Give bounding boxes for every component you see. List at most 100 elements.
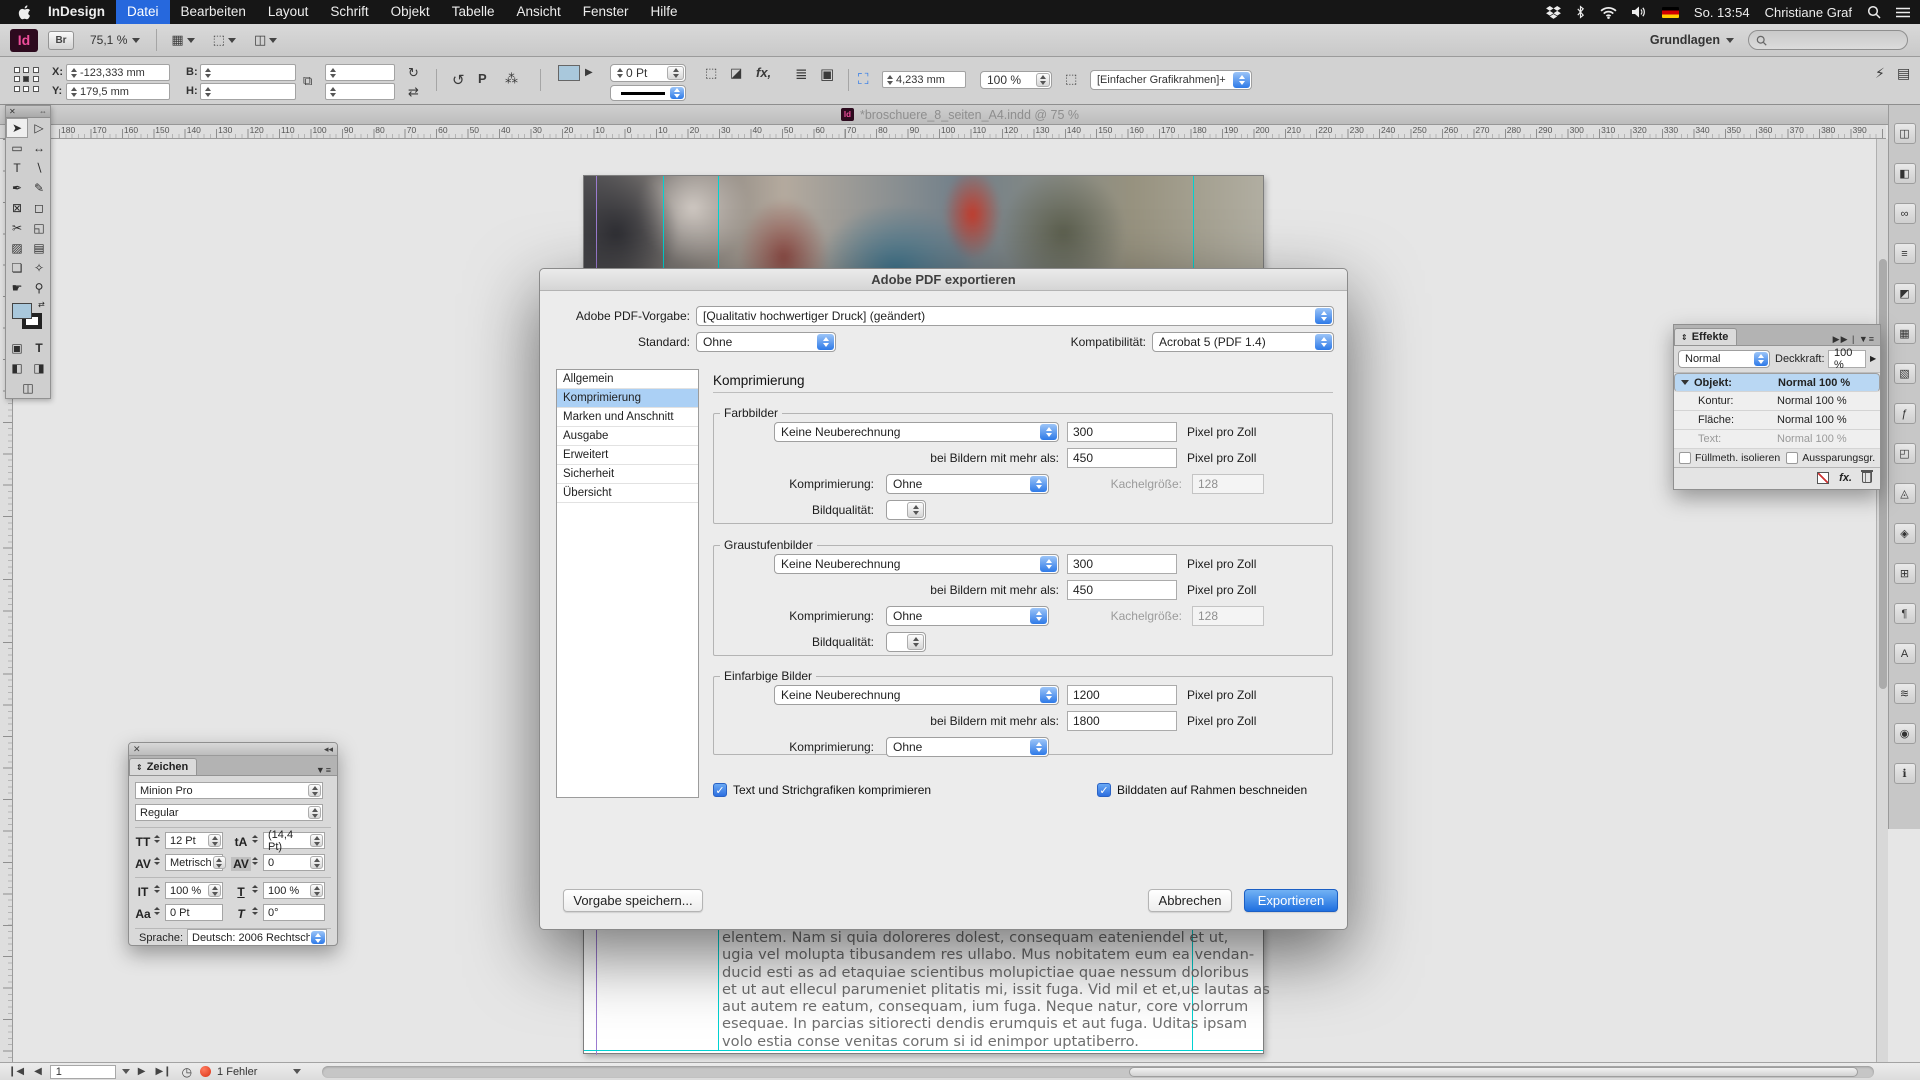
- next-page-button[interactable]: ▶: [136, 1066, 148, 1077]
- links-panel-icon[interactable]: ∞: [1893, 203, 1916, 224]
- threshold-field[interactable]: 1800: [1067, 711, 1177, 731]
- bluetooth-icon[interactable]: [1576, 5, 1585, 19]
- object-styles-panel-icon[interactable]: ◰: [1893, 443, 1916, 464]
- menu-layout[interactable]: Layout: [257, 0, 320, 24]
- leading-field[interactable]: (14,4 Pt): [263, 829, 325, 853]
- info-panel-icon[interactable]: ℹ: [1893, 763, 1916, 784]
- character-panel-icon[interactable]: A: [1893, 643, 1916, 664]
- zoom-level-dropdown[interactable]: 75,1 %: [84, 33, 146, 47]
- height-field[interactable]: [200, 83, 296, 100]
- effect-target-row[interactable]: Text: Normal 100 %: [1674, 430, 1880, 449]
- dropbox-icon[interactable]: [1545, 5, 1561, 19]
- paragraph-direction-icon[interactable]: P: [478, 71, 487, 86]
- add-effect-fx-icon[interactable]: fx.: [1839, 472, 1852, 484]
- effect-target-row[interactable]: Kontur: Normal 100 %: [1674, 392, 1880, 411]
- page-tool[interactable]: ▭: [6, 138, 28, 158]
- hand-tool[interactable]: ☛: [6, 278, 28, 298]
- stroke-weight-select[interactable]: 0 Pt: [610, 64, 686, 82]
- frame-guide-left[interactable]: [718, 176, 719, 277]
- standard-select[interactable]: Ohne: [696, 332, 836, 352]
- tile-size-field[interactable]: 128: [1192, 474, 1264, 494]
- dialog-section-erweitert[interactable]: Erweitert: [557, 446, 698, 465]
- width-field[interactable]: [200, 64, 296, 81]
- disclosure-triangle-icon[interactable]: [1681, 380, 1689, 385]
- free-transform-tool[interactable]: ◱: [28, 218, 50, 238]
- gradient-swatch-tool[interactable]: ▨: [6, 238, 28, 258]
- effects-panel-icon[interactable]: ƒ: [1893, 403, 1916, 424]
- save-preset-button[interactable]: Vorgabe speichern...: [563, 889, 703, 912]
- compress-text-checkbox[interactable]: Text und Strichgrafiken komprimieren: [713, 783, 931, 797]
- resample-select[interactable]: Keine Neuberechnung: [774, 685, 1059, 705]
- menu-bearbeiten[interactable]: Bearbeiten: [170, 0, 257, 24]
- apply-none-button[interactable]: ◨: [28, 358, 50, 378]
- blend-mode-select[interactable]: Normal: [1678, 350, 1770, 368]
- preflight-menu-icon[interactable]: [293, 1069, 302, 1074]
- clear-effects-icon[interactable]: [1817, 471, 1830, 484]
- vertical-scale-field[interactable]: 100 %: [165, 882, 223, 899]
- baseline-shift-field[interactable]: 0 Pt: [165, 904, 223, 921]
- vertical-scrollbar[interactable]: [1876, 139, 1888, 1062]
- spotlight-search-icon[interactable]: [1867, 5, 1881, 19]
- skew-field[interactable]: 0°: [263, 904, 325, 921]
- threshold-field[interactable]: 450: [1067, 580, 1177, 600]
- apply-color-button[interactable]: ◧: [6, 358, 28, 378]
- gap-tool[interactable]: ↔: [28, 138, 50, 158]
- text-wrap-none-icon[interactable]: ≣: [795, 65, 808, 83]
- column-guide-cyan[interactable]: [663, 176, 664, 277]
- font-style-select[interactable]: Regular: [135, 804, 323, 821]
- type-tool[interactable]: T: [6, 158, 28, 178]
- gap-size-field[interactable]: 4,233 mm: [882, 71, 966, 88]
- horizontal-scale-field[interactable]: 100 %: [263, 882, 325, 899]
- dialog-section-ausgabe[interactable]: Ausgabe: [557, 427, 698, 446]
- menu-schrift[interactable]: Schrift: [319, 0, 379, 24]
- apple-menu-icon[interactable]: [12, 4, 37, 20]
- cancel-button[interactable]: Abbrechen: [1148, 889, 1232, 912]
- rotate-icon[interactable]: ↻: [408, 65, 419, 81]
- text-wrap-bounding-icon[interactable]: ▣: [820, 65, 834, 83]
- text-wrap-panel-icon[interactable]: ◬: [1893, 483, 1916, 504]
- direct-selection-tool[interactable]: ▷: [28, 118, 50, 138]
- drop-shadow-icon[interactable]: ◪: [730, 65, 742, 81]
- quick-apply-lightning-icon[interactable]: ⚡: [1875, 65, 1885, 82]
- gradient-panel-icon[interactable]: ▧: [1893, 363, 1916, 384]
- isolate-blending-checkbox[interactable]: [1679, 452, 1691, 464]
- preflight-clock-icon[interactable]: ◷: [180, 1065, 194, 1079]
- swap-fill-stroke-icon[interactable]: ⇄: [38, 300, 45, 309]
- eyedropper-tool[interactable]: ✧: [28, 258, 50, 278]
- paragraph-panel-icon[interactable]: ¶: [1893, 603, 1916, 624]
- dialog-section--bersicht[interactable]: Übersicht: [557, 484, 698, 503]
- menu-hilfe[interactable]: Hilfe: [640, 0, 689, 24]
- stroke-style-select[interactable]: [610, 85, 686, 101]
- image-quality-select[interactable]: [886, 500, 926, 520]
- panel-expand-icon[interactable]: ▶▶ | ▼≡: [1833, 334, 1880, 345]
- last-page-button[interactable]: ▶❙: [153, 1066, 173, 1077]
- x-position-field[interactable]: -123,333 mm: [66, 64, 170, 81]
- scale-y-field[interactable]: [325, 83, 395, 100]
- delete-effect-trash-icon[interactable]: [1861, 470, 1873, 483]
- compression-select[interactable]: Ohne: [886, 474, 1049, 494]
- menu-fenster[interactable]: Fenster: [572, 0, 640, 24]
- wifi-icon[interactable]: [1600, 6, 1617, 19]
- compression-select[interactable]: Ohne: [886, 606, 1049, 626]
- apply-to-container-button[interactable]: ▣: [6, 338, 28, 358]
- y-position-field[interactable]: 179,5 mm: [66, 83, 170, 100]
- baseline-guide-cyan[interactable]: [584, 1050, 1263, 1051]
- menu-indesign[interactable]: InDesign: [37, 0, 116, 24]
- fill-color-swatch[interactable]: [558, 65, 580, 81]
- compression-select[interactable]: Ohne: [886, 737, 1049, 757]
- effects-panel-tab[interactable]: ⇕ Effekte: [1674, 328, 1738, 345]
- color-panel-icon[interactable]: ◩: [1893, 283, 1916, 304]
- font-family-select[interactable]: Minion Pro: [135, 782, 323, 799]
- horizontal-scrollbar[interactable]: [322, 1066, 1874, 1078]
- dialog-section-sicherheit[interactable]: Sicherheit: [557, 465, 698, 484]
- zoom-tool[interactable]: ⚲: [28, 278, 50, 298]
- page-number-field[interactable]: 1: [49, 1064, 116, 1079]
- tile-size-field[interactable]: 128: [1192, 606, 1264, 626]
- select-container-icon[interactable]: ⁂: [505, 71, 518, 87]
- bridge-button[interactable]: Br: [48, 30, 74, 50]
- menu-tabelle[interactable]: Tabelle: [441, 0, 506, 24]
- fill-stroke-swatches[interactable]: ⇄: [6, 298, 50, 338]
- swatches-panel-icon[interactable]: ▦: [1893, 323, 1916, 344]
- effects-fx-icon[interactable]: fx,: [756, 65, 771, 80]
- reference-point-proxy[interactable]: [14, 67, 40, 93]
